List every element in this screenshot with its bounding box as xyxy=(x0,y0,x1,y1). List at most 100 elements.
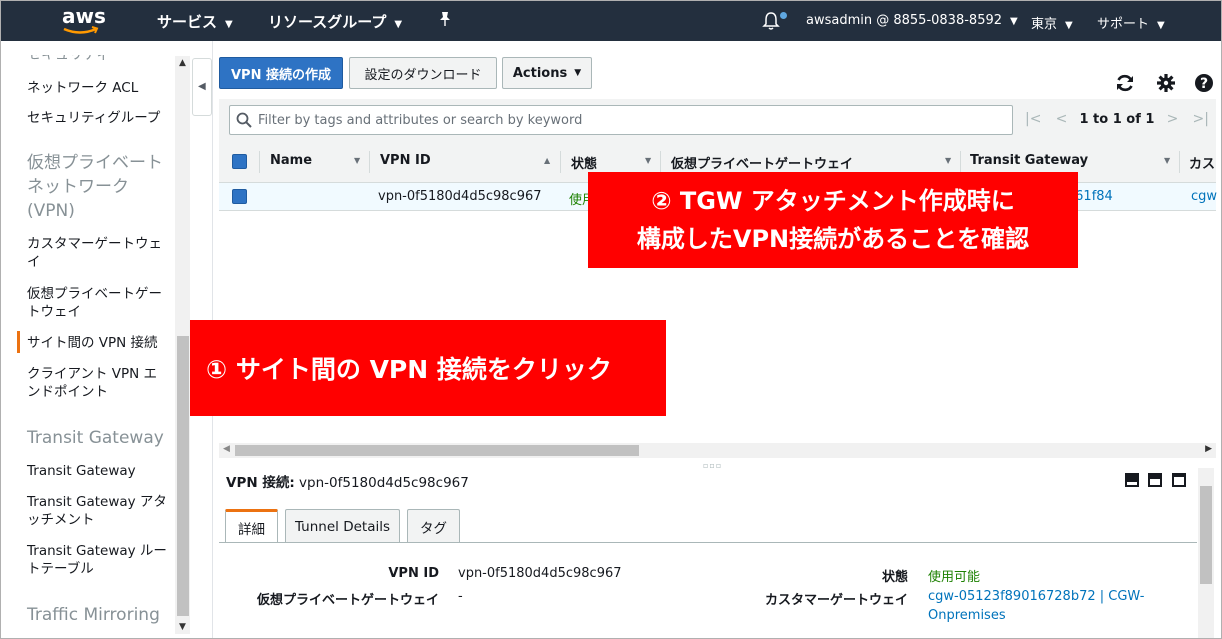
create-vpn-connection-button[interactable]: VPN 接続の作成 xyxy=(219,57,343,89)
tab-underline xyxy=(219,542,1197,543)
detail-vertical-scrollbar[interactable] xyxy=(1198,468,1214,639)
actions-button[interactable]: Actions ▼ xyxy=(502,57,592,89)
aws-logo[interactable]: aws xyxy=(52,4,108,36)
resource-groups-label: リソースグループ xyxy=(268,13,387,31)
column-header-transit-gateway[interactable]: Transit Gateway xyxy=(970,153,1088,168)
table-horizontal-scrollbar[interactable]: ◀ ▶ xyxy=(219,443,1216,458)
field-value-vpn-id: vpn-0f5180d4d5c98c967 xyxy=(458,566,622,581)
sidebar-item-network-acl[interactable]: ネットワーク ACL xyxy=(27,79,177,97)
detail-pane-title: VPN 接続: vpn-0f5180d4d5c98c967 xyxy=(226,471,469,491)
filter-input[interactable] xyxy=(258,106,998,134)
field-label-vpn-id: VPN ID xyxy=(388,566,439,581)
scroll-left-icon[interactable]: ◀ xyxy=(223,444,230,454)
sidebar-item-customer-gateways[interactable]: カスタマーゲートウェイ xyxy=(27,235,169,271)
sidebar-heading-vpn: 仮想プライベートネットワーク (VPN) xyxy=(27,153,163,221)
detail-title-value: vpn-0f5180d4d5c98c967 xyxy=(299,475,469,491)
sidebar-item-virtual-private-gateways[interactable]: 仮想プライベートゲートウェイ xyxy=(27,285,169,321)
notification-dot xyxy=(780,12,787,19)
tab-details[interactable]: 詳細 xyxy=(225,509,278,543)
tab-tunnel-details[interactable]: Tunnel Details xyxy=(285,509,400,543)
help-icon[interactable]: ? xyxy=(1193,72,1215,94)
scroll-right-icon[interactable]: ▶ xyxy=(1205,444,1212,454)
annotation-step2-line2: 構成したVPN接続があることを確認 xyxy=(636,225,1030,253)
prev-page-icon[interactable]: < xyxy=(1056,111,1068,127)
column-header-vgw[interactable]: 仮想プライベートゲートウェイ xyxy=(671,153,853,172)
filter-input-box[interactable] xyxy=(229,105,1013,135)
column-header-vpn-id[interactable]: VPN ID xyxy=(380,153,431,168)
region-label: 東京 xyxy=(1031,17,1058,32)
chevron-left-icon: ◀ xyxy=(198,81,206,92)
services-label: サービス xyxy=(157,13,218,31)
filter-bar: |< < 1 to 1 of 1 > >| xyxy=(219,99,1216,141)
next-page-icon[interactable]: > xyxy=(1167,111,1179,127)
scroll-up-icon[interactable]: ▲ xyxy=(179,58,186,68)
scroll-down-icon[interactable]: ▼ xyxy=(179,622,186,632)
sidebar-scroll-thumb[interactable] xyxy=(177,336,189,616)
sidebar-item-tgw-attachments[interactable]: Transit Gateway アタッチメント xyxy=(27,493,177,529)
sidebar-item-transit-gateways[interactable]: Transit Gateway xyxy=(27,462,177,480)
gear-icon[interactable] xyxy=(1155,72,1177,94)
sort-up-icon[interactable]: ▲ xyxy=(544,156,550,165)
actions-label: Actions xyxy=(512,65,568,81)
resource-groups-menu[interactable]: リソースグループ ▼ xyxy=(268,11,402,32)
column-separator xyxy=(259,151,260,173)
chevron-down-icon: ▼ xyxy=(1010,16,1018,27)
field-label-customer-gateway: カスタマーゲートウェイ xyxy=(764,593,908,608)
annotation-step2: ② TGW アタッチメント作成時に 構成したVPN接続があることを確認 xyxy=(588,172,1078,268)
account-label: awsadmin @ 8855-0838-8592 xyxy=(806,13,1003,28)
pane-minimize-icon[interactable] xyxy=(1172,473,1186,487)
vertical-scroll-thumb[interactable] xyxy=(1200,486,1212,584)
sort-down-icon[interactable]: ▼ xyxy=(1164,156,1170,165)
column-header-name[interactable]: Name xyxy=(270,153,312,168)
sidebar-item-site-to-site-vpn[interactable]: サイト間の VPN 接続 xyxy=(27,334,177,352)
pane-resize-handle[interactable]: ▫▫▫ xyxy=(703,461,722,470)
pane-half-icon[interactable] xyxy=(1148,473,1162,487)
first-page-icon[interactable]: |< xyxy=(1025,111,1041,127)
column-header-customer-gateway[interactable]: カス xyxy=(1189,153,1215,172)
chevron-down-icon: ▼ xyxy=(1157,20,1165,31)
sidebar-heading-transit-gateway: Transit Gateway xyxy=(27,428,164,448)
pin-icon[interactable] xyxy=(438,11,452,27)
sort-down-icon[interactable]: ▼ xyxy=(945,156,951,165)
sidebar: セキュリティ ネットワーク ACL セキュリティグループ 仮想プライベートネット… xyxy=(0,41,190,639)
pane-maximize-icon[interactable] xyxy=(1125,473,1139,487)
tab-tags[interactable]: タグ xyxy=(407,509,460,543)
sidebar-item-client-vpn-endpoints[interactable]: クライアント VPN エンドポイント xyxy=(27,365,169,401)
horizontal-scroll-thumb[interactable] xyxy=(235,445,639,456)
support-menu[interactable]: サポート ▼ xyxy=(1097,13,1165,32)
pagination: |< < 1 to 1 of 1 > >| xyxy=(1025,111,1209,127)
sidebar-heading-traffic-mirroring: Traffic Mirroring xyxy=(27,605,160,625)
field-value-vgw: - xyxy=(458,589,463,604)
sidebar-item-security-groups[interactable]: セキュリティグループ xyxy=(27,109,177,127)
field-value-customer-gateway-line1[interactable]: cgw-05123f89016728b72 | CGW- xyxy=(928,589,1144,604)
region-menu[interactable]: 東京 ▼ xyxy=(1031,13,1073,32)
last-page-icon[interactable]: >| xyxy=(1192,111,1208,127)
bell-icon[interactable] xyxy=(762,11,780,31)
field-value-status: 使用可能 xyxy=(928,570,981,585)
field-label-status: 状態 xyxy=(881,570,908,585)
row-checkbox[interactable] xyxy=(232,189,247,204)
download-config-button[interactable]: 設定のダウンロード xyxy=(349,57,497,89)
select-all-checkbox[interactable] xyxy=(232,154,247,169)
aws-smile-icon xyxy=(63,26,99,34)
account-menu[interactable]: awsadmin @ 8855-0838-8592 ▼ xyxy=(806,13,1018,28)
sidebar-scrollbar[interactable]: ▲ ▼ xyxy=(175,56,190,634)
active-indicator xyxy=(17,331,20,353)
search-icon xyxy=(236,112,252,128)
top-nav: aws サービス ▼ リソースグループ ▼ awsadmin @ 8855-0838… xyxy=(0,0,1222,41)
sort-down-icon[interactable]: ▼ xyxy=(645,156,651,165)
sidebar-item-tgw-route-tables[interactable]: Transit Gateway ルートテーブル xyxy=(27,542,177,578)
field-value-customer-gateway-line2[interactable]: Onpremises xyxy=(928,608,1006,623)
column-header-status[interactable]: 状態 xyxy=(571,153,597,172)
collapse-sidebar-button[interactable]: ◀ xyxy=(192,58,212,116)
chevron-down-icon: ▼ xyxy=(574,68,582,78)
column-separator xyxy=(560,151,561,173)
sort-down-icon[interactable]: ▼ xyxy=(354,156,360,165)
refresh-icon[interactable] xyxy=(1114,72,1136,94)
column-separator xyxy=(960,151,961,173)
column-separator xyxy=(660,151,661,173)
svg-text:?: ? xyxy=(1200,76,1208,92)
annotation-step2-line1: ② TGW アタッチメント作成時に xyxy=(651,187,1015,215)
cell-customer-gateway[interactable]: cgw xyxy=(1191,189,1217,204)
services-menu[interactable]: サービス ▼ xyxy=(157,11,233,32)
